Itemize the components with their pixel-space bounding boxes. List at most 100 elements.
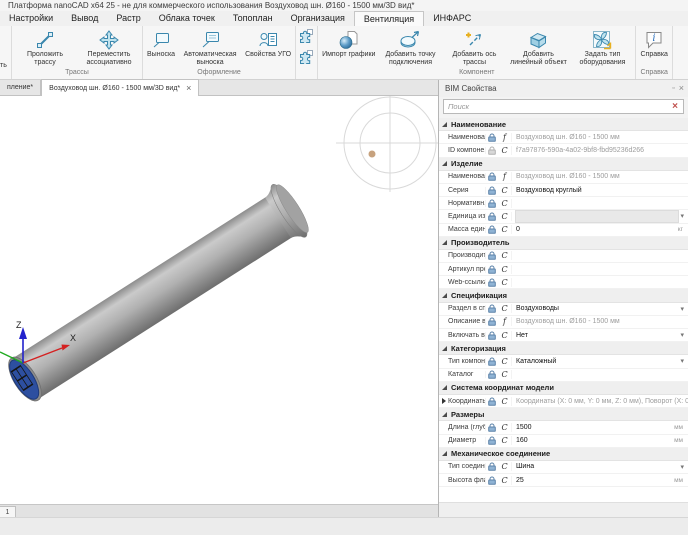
search-input[interactable]	[444, 102, 667, 111]
ribbon-button-4-3[interactable]: Добавить ось трассы	[442, 26, 506, 67]
property-value[interactable]: Шина	[512, 461, 680, 473]
ribbon-button-1-2[interactable]: Переместить ассоциативно	[77, 26, 141, 67]
property-value[interactable]: 0	[512, 224, 676, 236]
property-value[interactable]	[512, 197, 688, 209]
property-row[interactable]: КаталогC	[439, 369, 688, 382]
property-value[interactable]: 160	[512, 435, 672, 447]
section-header[interactable]: Механическое соединение	[439, 448, 688, 461]
section-header[interactable]: Производитель	[439, 237, 688, 250]
menu-tab-6[interactable]: Организация	[282, 11, 354, 26]
section-header[interactable]: Категоризация	[439, 342, 688, 355]
property-value[interactable]: Воздуховод шн. Ø160 - 1500 мм	[512, 171, 688, 183]
ribbon-group-3	[296, 26, 318, 79]
property-value[interactable]: Каталожный	[512, 355, 680, 367]
section-header[interactable]: Спецификация	[439, 289, 688, 302]
property-label: Масса един...	[448, 226, 486, 233]
property-row[interactable]: Артикул про...C	[439, 263, 688, 276]
ribbon-button-4-4[interactable]: Добавить линейный объект	[506, 26, 570, 67]
menu-tab-2[interactable]: Вывод	[62, 11, 107, 26]
ribbon-button-5-1[interactable]: iСправка	[637, 26, 670, 59]
ribbon-button-2-2[interactable]: Автоматическая выноска	[178, 26, 242, 67]
property-row[interactable]: ДиаметрC160мм	[439, 435, 688, 448]
property-value[interactable]: Воздуховоды	[512, 303, 680, 315]
property-row[interactable]: Производит...C	[439, 250, 688, 263]
menu-tab-7[interactable]: Вентиляция	[354, 11, 424, 26]
property-row[interactable]: Координаты...CКоординаты (X: 0 мм, Y: 0 …	[439, 395, 688, 408]
property-row[interactable]: Длина (глуб...C1500мм	[439, 421, 688, 434]
property-label: Координаты...	[448, 398, 486, 405]
section-header[interactable]: Размеры	[439, 408, 688, 421]
search-clear-icon[interactable]: ×	[667, 102, 683, 112]
property-row[interactable]: Раздел в спе...CВоздуховоды▾	[439, 303, 688, 316]
section-header[interactable]: Изделие	[439, 158, 688, 171]
property-row[interactable]: ID компоне...Cf7a97876-590a-4a02-9bf8-fb…	[439, 144, 688, 157]
dropdown-icon[interactable]: ▾	[680, 331, 688, 339]
dropdown-icon[interactable]: ▾	[680, 357, 688, 365]
lock-icon	[486, 331, 498, 340]
doc-tab-active[interactable]: Воздуховод шн. Ø160 - 1500 мм/3D вид* ×	[41, 79, 199, 96]
tab-close-icon[interactable]: ×	[186, 84, 191, 93]
property-value[interactable]: 25	[512, 474, 672, 486]
fx-flag: C	[498, 462, 512, 471]
fx-flag: C	[498, 251, 512, 260]
ribbon-clipped-button[interactable]: ть	[0, 26, 12, 79]
ribbon-button-3-2[interactable]	[297, 49, 316, 70]
expand-arrow-icon[interactable]	[442, 398, 446, 404]
ribbon-button-4-2[interactable]: Добавить точку подключения	[378, 26, 442, 67]
property-value[interactable]	[512, 263, 688, 275]
property-label: Наименова...	[448, 134, 486, 141]
property-row[interactable]: Высота фла...C25мм	[439, 474, 688, 487]
property-row[interactable]: Нормативн...C	[439, 197, 688, 210]
property-row[interactable]: Наименова...fВоздуховод шн. Ø160 - 1500 …	[439, 131, 688, 144]
property-value[interactable]: f7a97876-590a-4a02-9bf8-fbd95236d266	[512, 144, 688, 156]
ribbon-button-4-1[interactable]: Импорт графики	[319, 26, 378, 59]
lock-icon	[486, 462, 498, 471]
dropdown-icon[interactable]: ▾	[680, 212, 688, 220]
pin-icon[interactable]: ▫	[672, 85, 674, 92]
property-row[interactable]: Тип компон...CКаталожный▾	[439, 355, 688, 368]
property-value[interactable]	[512, 276, 688, 288]
ribbon-button-1-1[interactable]: Проложить трассу	[13, 26, 77, 67]
menu-tab-4[interactable]: Облака точек	[150, 11, 224, 26]
menu-tab-5[interactable]: Топоплан	[224, 11, 282, 26]
menu-tab-1[interactable]: Настройки	[0, 11, 62, 26]
property-value[interactable]	[515, 210, 679, 222]
property-value[interactable]: Нет	[512, 329, 680, 341]
nav-wheel[interactable]	[336, 96, 438, 192]
section-header[interactable]: Наименование	[439, 118, 688, 131]
section-header[interactable]: Система координат модели	[439, 382, 688, 395]
menu-tab-3[interactable]: Растр	[107, 11, 149, 26]
dropdown-icon[interactable]: ▾	[680, 463, 688, 471]
auto-callout-icon	[199, 28, 221, 51]
viewport-3d[interactable]: Z X	[0, 96, 438, 504]
property-row[interactable]: Масса един...C0кг	[439, 224, 688, 237]
menu-tab-8[interactable]: ИНФАРС	[424, 11, 480, 26]
ribbon-button-2-1[interactable]: Выноска	[144, 26, 178, 59]
property-value[interactable]: Воздуховод круглый	[512, 184, 688, 196]
property-value[interactable]: Воздуховод шн. Ø160 - 1500 мм	[512, 131, 688, 143]
property-value[interactable]: Воздуховод шн. Ø160 - 1500 мм	[512, 316, 688, 328]
duct-3d-object[interactable]	[0, 179, 314, 411]
ribbon-button-3-1[interactable]	[297, 28, 316, 49]
linear-object-icon	[527, 28, 549, 51]
panel-close-icon[interactable]: ×	[679, 84, 684, 93]
property-row[interactable]: Web-ссылка...C	[439, 276, 688, 289]
fx-flag: C	[498, 436, 512, 445]
property-value[interactable]	[512, 250, 688, 262]
ribbon-button-2-3[interactable]: Свойства УГО	[242, 26, 294, 59]
property-value[interactable]: 1500	[512, 421, 672, 433]
doc-tab-background[interactable]: пление*	[0, 80, 41, 95]
lock-icon	[486, 186, 498, 195]
property-value[interactable]	[512, 369, 688, 381]
property-value[interactable]: Координаты (X: 0 мм, Y: 0 мм, Z: 0 мм), …	[512, 395, 688, 407]
property-row[interactable]: СерияCВоздуховод круглый	[439, 184, 688, 197]
property-row[interactable]: Описание в...fВоздуховод шн. Ø160 - 1500…	[439, 316, 688, 329]
ribbon-group-label	[297, 70, 316, 79]
property-row[interactable]: Наименова...fВоздуховод шн. Ø160 - 1500 …	[439, 171, 688, 184]
property-row[interactable]: Включать в...CНет▾	[439, 329, 688, 342]
property-label: Высота фла...	[448, 477, 486, 484]
property-row[interactable]: Единица из...C▾	[439, 210, 688, 223]
property-row[interactable]: Тип соедине...CШина▾	[439, 461, 688, 474]
dropdown-icon[interactable]: ▾	[680, 305, 688, 313]
ribbon-button-4-5[interactable]: Задать тип оборудования	[570, 26, 634, 67]
